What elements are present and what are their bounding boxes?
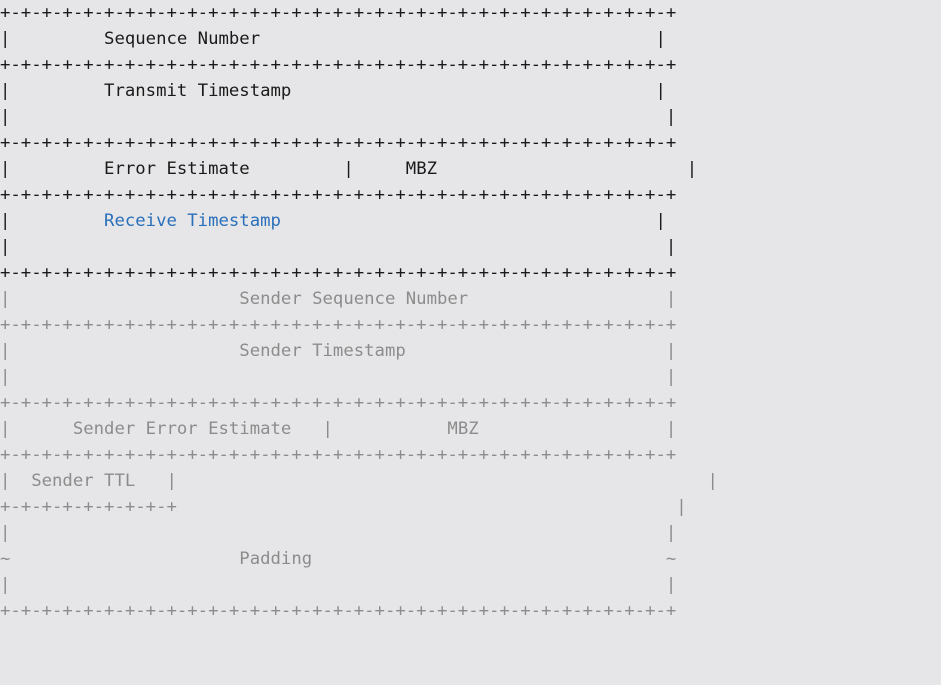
field-sequence-number: Sequence Number — [104, 29, 261, 49]
row-border: +-+-+-+-+-+-+-+-+-+-+-+-+-+-+-+-+-+-+-+-… — [0, 3, 677, 23]
row-border: +-+-+-+-+-+-+-+-+-+-+-+-+-+-+-+-+-+-+-+-… — [0, 133, 677, 153]
field-sender-mbz: MBZ — [447, 419, 479, 439]
row-border-light: +-+-+-+-+-+-+-+-+-+-+-+-+-+-+-+-+-+-+-+-… — [0, 445, 677, 465]
row-border-light: +-+-+-+-+-+-+-+-+-+-+-+-+-+-+-+-+-+-+-+-… — [0, 393, 677, 413]
field-sender-timestamp: Sender Timestamp — [239, 341, 406, 361]
field-error-estimate: Error Estimate — [104, 159, 250, 179]
row-border-light: +-+-+-+-+-+-+-+-+ | — [0, 497, 687, 517]
row-border: +-+-+-+-+-+-+-+-+-+-+-+-+-+-+-+-+-+-+-+-… — [0, 185, 677, 205]
field-receive-timestamp: Receive Timestamp — [104, 211, 281, 231]
row-border-light: +-+-+-+-+-+-+-+-+-+-+-+-+-+-+-+-+-+-+-+-… — [0, 601, 677, 621]
ascii-packet-diagram: +-+-+-+-+-+-+-+-+-+-+-+-+-+-+-+-+-+-+-+-… — [0, 3, 718, 621]
field-sender-error-estimate: Sender Error Estimate — [72, 419, 292, 439]
field-sender-sequence-number: Sender Sequence Number — [239, 289, 469, 309]
field-transmit-timestamp: Transmit Timestamp — [104, 81, 292, 101]
row-border: +-+-+-+-+-+-+-+-+-+-+-+-+-+-+-+-+-+-+-+-… — [0, 55, 677, 75]
field-mbz: MBZ — [405, 159, 438, 179]
row-border: +-+-+-+-+-+-+-+-+-+-+-+-+-+-+-+-+-+-+-+-… — [0, 263, 677, 283]
field-padding: Padding — [239, 549, 313, 569]
field-sender-ttl: Sender TTL — [31, 471, 136, 491]
packet-format-diagram: +-+-+-+-+-+-+-+-+-+-+-+-+-+-+-+-+-+-+-+-… — [0, 0, 941, 685]
row-border-light: +-+-+-+-+-+-+-+-+-+-+-+-+-+-+-+-+-+-+-+-… — [0, 315, 677, 335]
